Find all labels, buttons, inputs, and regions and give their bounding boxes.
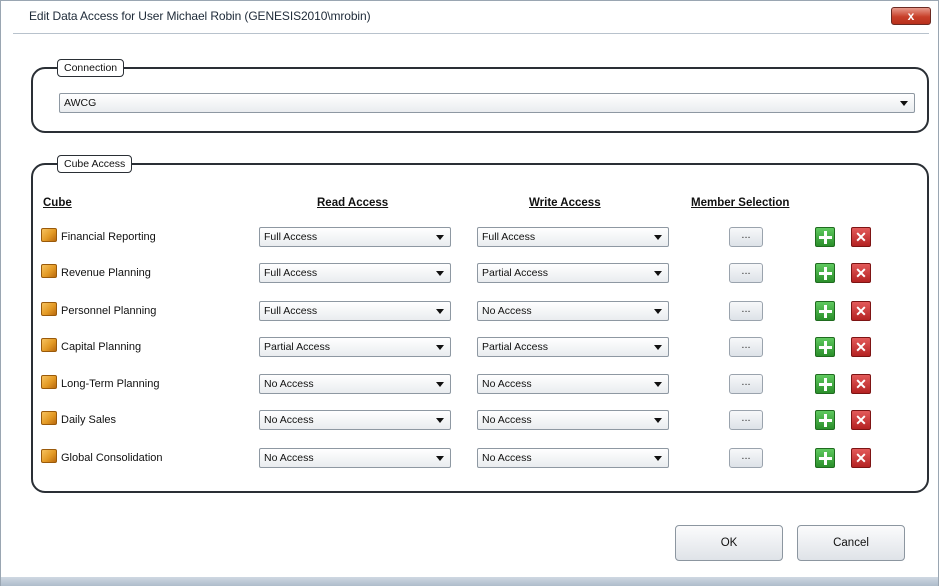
- chevron-down-icon: [654, 456, 662, 461]
- read-access-select[interactable]: No Access: [259, 448, 451, 468]
- chevron-down-icon: [654, 345, 662, 350]
- add-icon[interactable]: [815, 337, 835, 357]
- cube-access-group: [31, 163, 929, 493]
- chevron-down-icon: [436, 345, 444, 350]
- cube-icon: [41, 411, 57, 425]
- add-icon[interactable]: [815, 448, 835, 468]
- chevron-down-icon: [436, 382, 444, 387]
- write-access-select[interactable]: No Access: [477, 374, 669, 394]
- cube-access-legend: Cube Access: [57, 155, 133, 173]
- member-selection-button[interactable]: ...: [729, 227, 763, 247]
- cube-column-header: Cube: [43, 197, 72, 209]
- chevron-down-icon: [900, 101, 908, 106]
- read-access-column-header: Read Access: [317, 197, 389, 209]
- cube-row-name: Capital Planning: [41, 337, 141, 357]
- member-selection-button[interactable]: ...: [729, 374, 763, 394]
- write-access-select[interactable]: No Access: [477, 301, 669, 321]
- chevron-down-icon: [436, 418, 444, 423]
- add-icon[interactable]: [815, 410, 835, 430]
- read-access-select[interactable]: No Access: [259, 374, 451, 394]
- connection-legend: Connection: [57, 59, 125, 77]
- cube-icon: [41, 302, 57, 316]
- member-selection-column-header: Member Selection: [691, 197, 790, 209]
- cancel-button[interactable]: Cancel: [797, 525, 905, 561]
- delete-icon[interactable]: ✕: [851, 301, 871, 321]
- window-bottom-border: [1, 577, 938, 586]
- chevron-down-icon: [436, 309, 444, 314]
- write-access-select[interactable]: No Access: [477, 448, 669, 468]
- chevron-down-icon: [654, 271, 662, 276]
- delete-icon[interactable]: ✕: [851, 410, 871, 430]
- read-access-select[interactable]: No Access: [259, 410, 451, 430]
- delete-icon[interactable]: ✕: [851, 227, 871, 247]
- write-access-column-header: Write Access: [529, 197, 601, 209]
- write-access-select[interactable]: Full Access: [477, 227, 669, 247]
- title-bar: Edit Data Access for User Michael Robin …: [1, 1, 938, 31]
- cube-row-name: Daily Sales: [41, 410, 116, 430]
- cube-row-name: Personnel Planning: [41, 301, 156, 321]
- chevron-down-icon: [436, 271, 444, 276]
- cube-icon: [41, 375, 57, 389]
- dialog-window: Edit Data Access for User Michael Robin …: [0, 0, 939, 586]
- add-icon[interactable]: [815, 301, 835, 321]
- chevron-down-icon: [654, 382, 662, 387]
- chevron-down-icon: [654, 309, 662, 314]
- cube-row-name: Global Consolidation: [41, 448, 163, 468]
- ok-button[interactable]: OK: [675, 525, 783, 561]
- connection-value: AWCG: [64, 97, 97, 109]
- delete-icon[interactable]: ✕: [851, 337, 871, 357]
- close-button[interactable]: x: [891, 7, 931, 25]
- write-access-select[interactable]: Partial Access: [477, 263, 669, 283]
- cube-row-name: Revenue Planning: [41, 263, 151, 283]
- add-icon[interactable]: [815, 374, 835, 394]
- delete-icon[interactable]: ✕: [851, 374, 871, 394]
- cube-icon: [41, 449, 57, 463]
- cube-row-name: Long-Term Planning: [41, 374, 159, 394]
- window-title: Edit Data Access for User Michael Robin …: [29, 9, 371, 23]
- member-selection-button[interactable]: ...: [729, 301, 763, 321]
- delete-icon[interactable]: ✕: [851, 448, 871, 468]
- add-icon[interactable]: [815, 227, 835, 247]
- member-selection-button[interactable]: ...: [729, 448, 763, 468]
- read-access-select[interactable]: Full Access: [259, 263, 451, 283]
- write-access-select[interactable]: No Access: [477, 410, 669, 430]
- add-icon[interactable]: [815, 263, 835, 283]
- cube-row-name: Financial Reporting: [41, 227, 156, 247]
- write-access-select[interactable]: Partial Access: [477, 337, 669, 357]
- chevron-down-icon: [654, 235, 662, 240]
- cube-icon: [41, 264, 57, 278]
- chevron-down-icon: [436, 456, 444, 461]
- member-selection-button[interactable]: ...: [729, 263, 763, 283]
- chevron-down-icon: [436, 235, 444, 240]
- read-access-select[interactable]: Full Access: [259, 227, 451, 247]
- read-access-select[interactable]: Full Access: [259, 301, 451, 321]
- member-selection-button[interactable]: ...: [729, 410, 763, 430]
- delete-icon[interactable]: ✕: [851, 263, 871, 283]
- connection-select[interactable]: AWCG: [59, 93, 915, 113]
- chevron-down-icon: [654, 418, 662, 423]
- member-selection-button[interactable]: ...: [729, 337, 763, 357]
- read-access-select[interactable]: Partial Access: [259, 337, 451, 357]
- cube-icon: [41, 228, 57, 242]
- cube-icon: [41, 338, 57, 352]
